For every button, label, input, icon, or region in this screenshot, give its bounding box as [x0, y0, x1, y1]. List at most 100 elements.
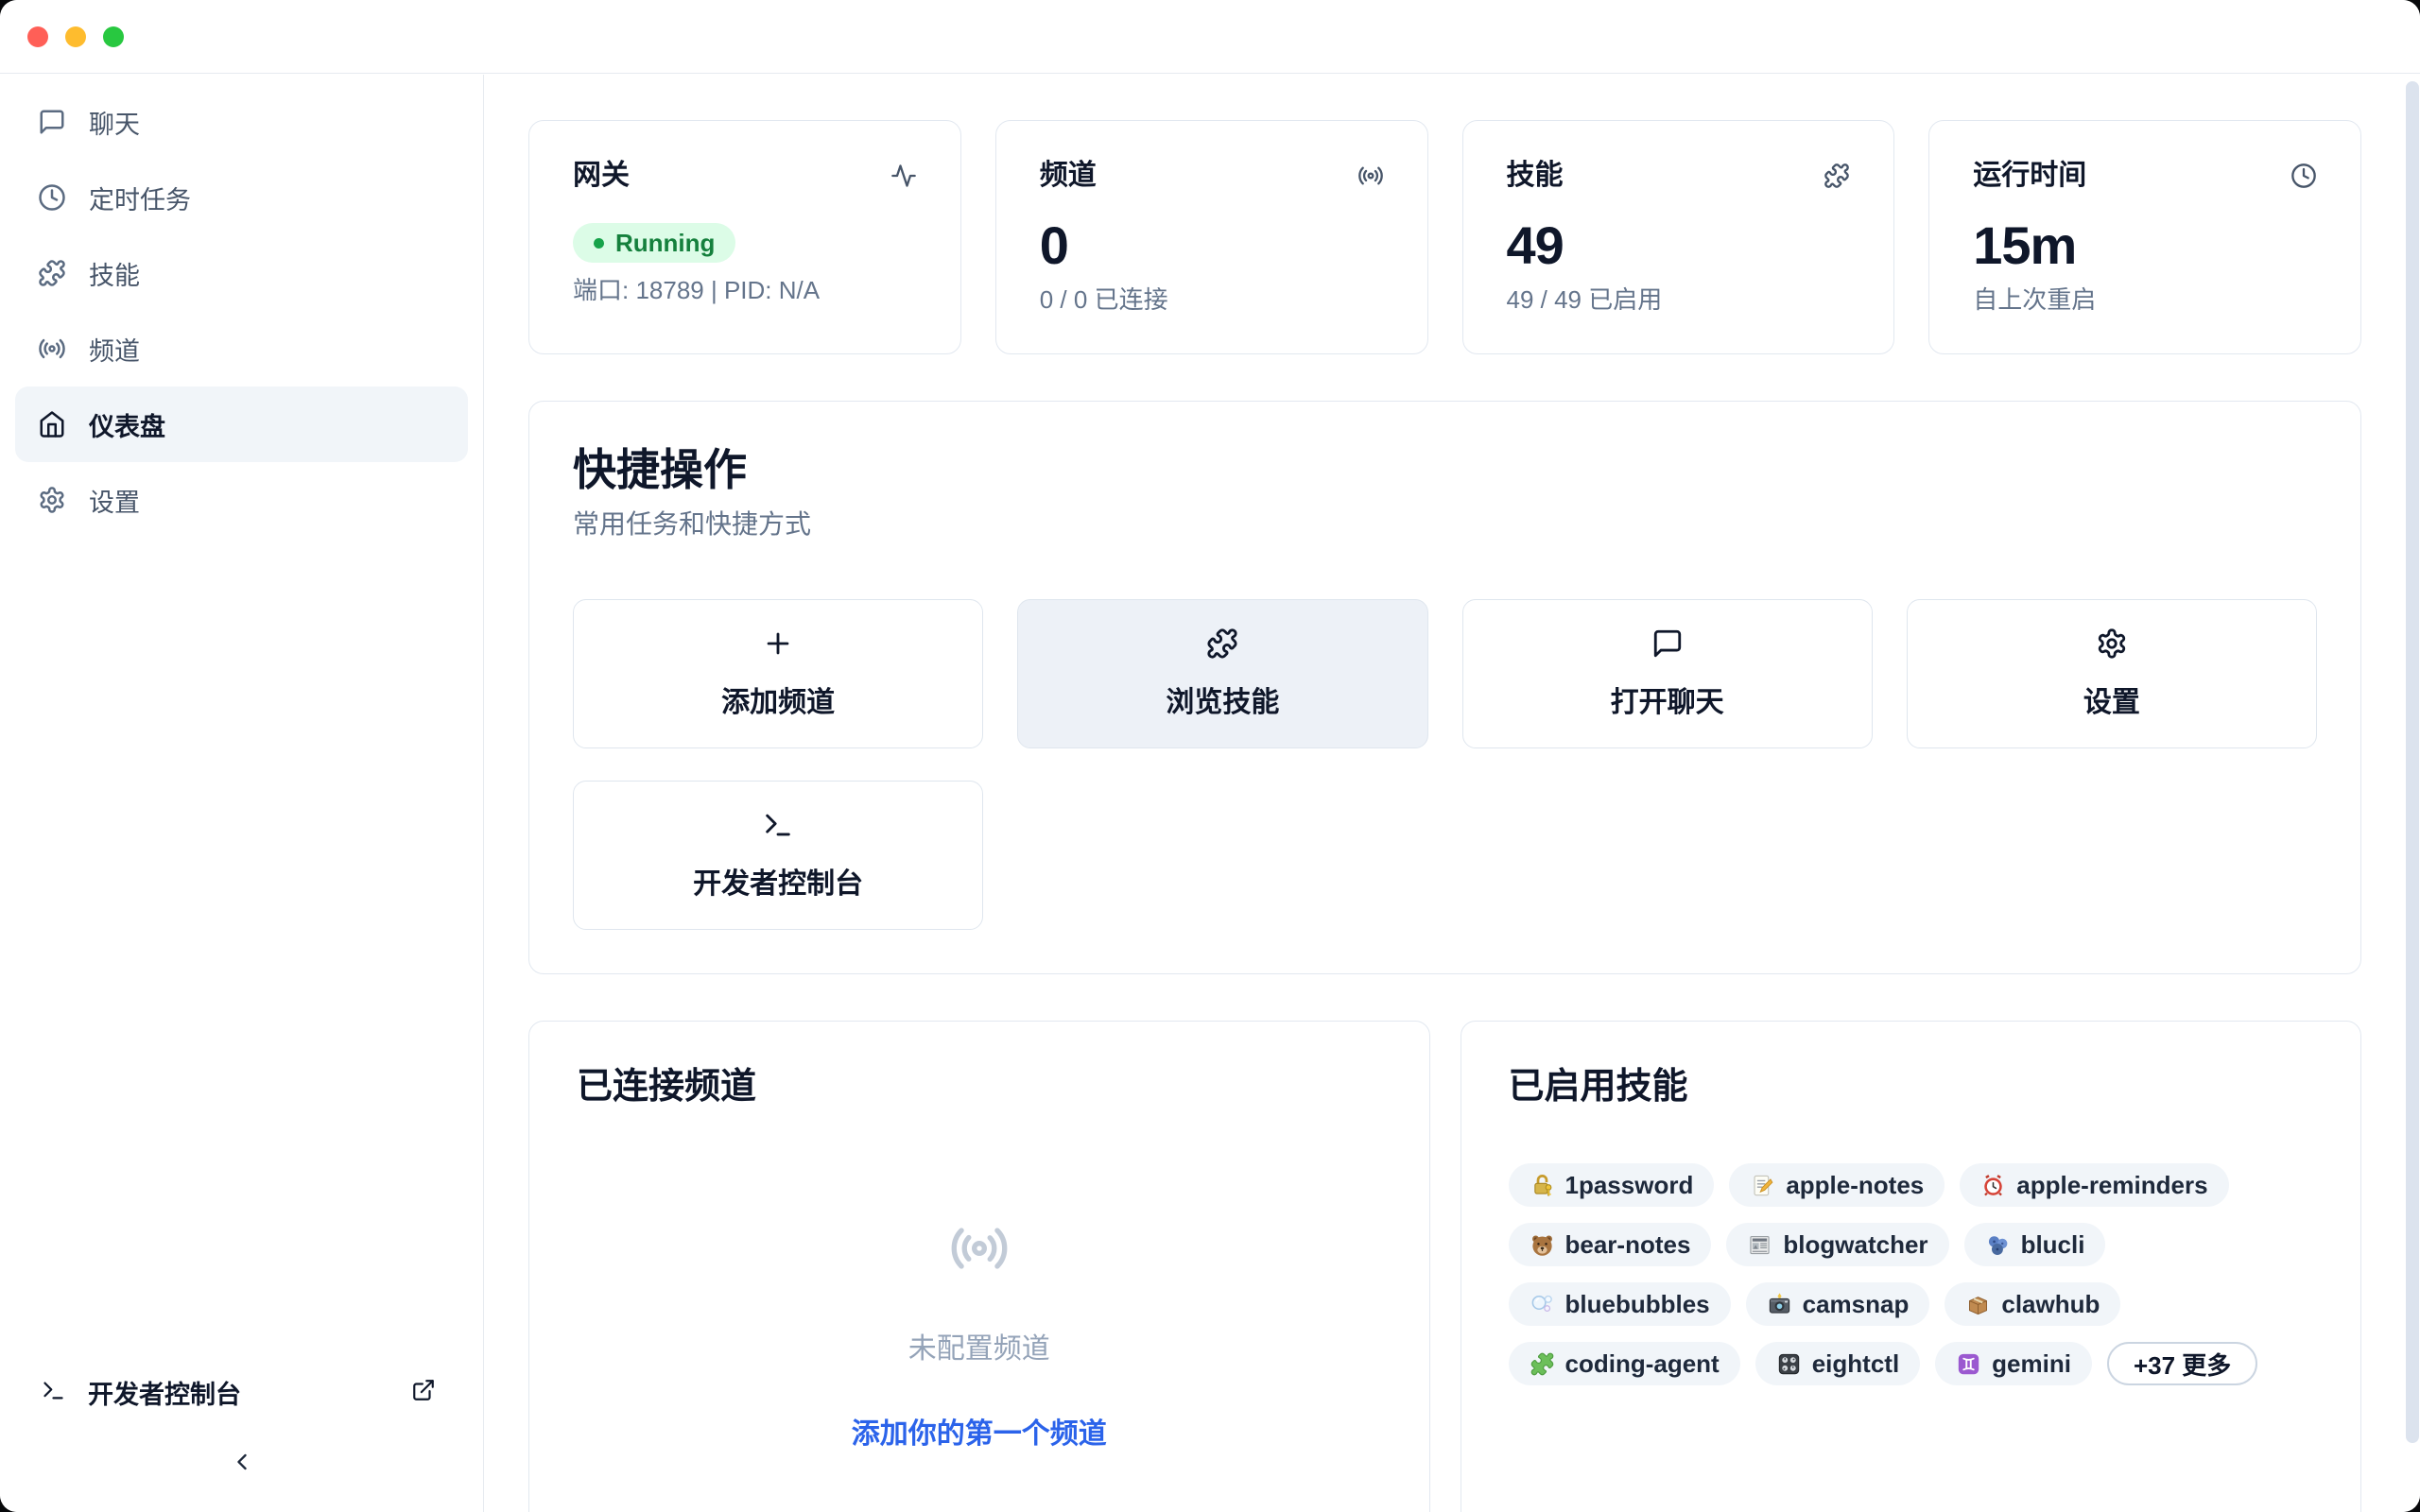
- main-content: 网关Running端口: 18789 | PID: N/A频道00 / 0 已连…: [484, 75, 2420, 1512]
- stat-subtitle: 49 / 49 已启用: [1507, 284, 1851, 315]
- control-knobs-emoji-icon: [1776, 1351, 1802, 1377]
- gemini-emoji-icon: [1956, 1351, 1981, 1377]
- status-badge: Running: [573, 223, 735, 263]
- terminal-icon: [41, 1378, 66, 1408]
- activity-icon: [890, 163, 917, 189]
- status-dot: [594, 238, 604, 249]
- clock-icon: [38, 183, 66, 212]
- quick-action-settings[interactable]: 设置: [1907, 599, 2317, 748]
- app-window: 聊天定时任务技能频道仪表盘设置 开发者控制台 网关Running端口: 1878…: [0, 0, 2420, 1512]
- blueberries-emoji-icon: [1985, 1232, 2011, 1258]
- sidebar-item-label: 定时任务: [89, 180, 191, 216]
- quick-action-label: 添加频道: [721, 679, 835, 720]
- quick-action-browse-skills[interactable]: 浏览技能: [1017, 599, 1427, 748]
- status-badge-label: Running: [615, 229, 715, 258]
- add-first-channel-link[interactable]: 添加你的第一个频道: [852, 1410, 1107, 1452]
- quick-actions-subtitle: 常用任务和快捷方式: [573, 508, 2317, 541]
- sidebar-item-label: 仪表盘: [89, 406, 165, 443]
- titlebar: [0, 0, 2420, 74]
- skill-chip-apple-reminders: apple-reminders: [1960, 1163, 2228, 1207]
- sidebar-item-scheduled-tasks[interactable]: 定时任务: [15, 160, 468, 235]
- sidebar-nav: 聊天定时任务技能频道仪表盘设置: [0, 75, 483, 1357]
- sidebar: 聊天定时任务技能频道仪表盘设置 开发者控制台: [0, 75, 484, 1512]
- sidebar-item-settings[interactable]: 设置: [15, 462, 468, 538]
- lock-emoji-icon: [1530, 1173, 1555, 1198]
- channels-empty-text: 未配置频道: [908, 1325, 1050, 1366]
- skill-chip-camsnap: camsnap: [1746, 1282, 1930, 1326]
- skill-chip-bluebubbles: bluebubbles: [1509, 1282, 1731, 1326]
- quick-actions-card: 快捷操作 常用任务和快捷方式 添加频道浏览技能打开聊天设置开发者控制台: [528, 401, 2361, 974]
- quick-action-label: 打开聊天: [1611, 679, 1724, 720]
- radio-icon: [38, 335, 66, 363]
- skills-more-chip[interactable]: +37 更多: [2107, 1342, 2257, 1385]
- enabled-skills-card: 已启用技能 1password apple-notes apple-reminder…: [1461, 1021, 2362, 1512]
- chevron-left-icon: [229, 1449, 255, 1480]
- sidebar-item-channels[interactable]: 频道: [15, 311, 468, 387]
- dev-console-row[interactable]: 开发者控制台: [0, 1357, 483, 1428]
- traffic-light-zoom[interactable]: [103, 26, 124, 47]
- alarm-clock-emoji-icon: [1980, 1173, 2006, 1198]
- camera-flash-emoji-icon: [1767, 1292, 1792, 1317]
- channels-empty-state: 未配置频道 添加你的第一个频道: [577, 1218, 1382, 1452]
- gear-icon: [38, 486, 66, 514]
- scrollbar-thumb[interactable]: [2406, 81, 2419, 1443]
- quick-action-dev-console[interactable]: 开发者控制台: [573, 781, 983, 930]
- quick-action-label: 浏览技能: [1166, 679, 1279, 720]
- chat-icon: [38, 108, 66, 136]
- sidebar-item-label: 技能: [89, 255, 140, 292]
- puzzle-icon: [1824, 163, 1850, 189]
- package-emoji-icon: [1965, 1292, 1991, 1317]
- skill-chip-blucli: blucli: [1964, 1223, 2106, 1266]
- external-link-icon[interactable]: [411, 1378, 436, 1407]
- quick-action-label: 设置: [2083, 679, 2140, 720]
- stat-value: 49: [1507, 219, 1851, 272]
- connected-channels-card: 已连接频道 未配置频道 添加你的第一个频道: [528, 1021, 1430, 1512]
- radio-icon: [949, 1218, 1010, 1283]
- puzzle-icon: [38, 259, 66, 287]
- dev-console-label: 开发者控制台: [88, 1374, 411, 1411]
- skill-chip-label: eightctl: [1812, 1349, 1899, 1379]
- skill-chip-clawhub: clawhub: [1945, 1282, 2120, 1326]
- stat-subtitle: 0 / 0 已连接: [1040, 284, 1384, 315]
- sidebar-item-skills[interactable]: 技能: [15, 235, 468, 311]
- sidebar-item-dashboard[interactable]: 仪表盘: [15, 387, 468, 462]
- sidebar-collapse-button[interactable]: [0, 1428, 483, 1512]
- traffic-light-close[interactable]: [27, 26, 48, 47]
- enabled-skills-title: 已启用技能: [1509, 1065, 2314, 1108]
- skill-chip-label: camsnap: [1803, 1290, 1910, 1319]
- stat-value: 0: [1040, 219, 1384, 272]
- bubbles-emoji-icon: [1530, 1292, 1555, 1317]
- stat-value: 15m: [1973, 219, 2317, 272]
- stat-card-skills: 技能4949 / 49 已启用: [1462, 120, 1895, 354]
- stat-card-channels: 频道 0 0 / 0 已连接: [995, 120, 1428, 354]
- skill-chip-label: apple-notes: [1786, 1171, 1924, 1200]
- quick-action-open-chat[interactable]: 打开聊天: [1462, 599, 1873, 748]
- skill-chip-label: bluebubbles: [1565, 1290, 1710, 1319]
- puzzle-piece-emoji-icon: [1530, 1351, 1555, 1377]
- gear-icon: [2096, 627, 2128, 660]
- home-icon: [38, 410, 66, 438]
- radio-icon: [1357, 163, 1384, 189]
- quick-actions-grid: 添加频道 浏览技能 打开聊天 设置开发者控制台: [573, 599, 2317, 930]
- skill-chip-blogwatcher: blogwatcher: [1726, 1223, 1948, 1266]
- stat-title: 网关: [573, 159, 630, 193]
- memo-emoji-icon: [1750, 1173, 1775, 1198]
- skill-chip-label: gemini: [1992, 1349, 2071, 1379]
- skill-chip-coding-agent: coding-agent: [1509, 1342, 1740, 1385]
- sidebar-item-label: 设置: [89, 482, 140, 519]
- skill-chip-label: coding-agent: [1565, 1349, 1720, 1379]
- stat-title: 频道: [1040, 159, 1097, 193]
- skill-chip-label: clawhub: [2001, 1290, 2100, 1319]
- quick-action-add-channel[interactable]: 添加频道: [573, 599, 983, 748]
- bottom-grid: 已连接频道 未配置频道 添加你的第一个频道 已启用技能 1password app…: [528, 1021, 2361, 1512]
- stats-row: 网关Running端口: 18789 | PID: N/A频道00 / 0 已连…: [528, 120, 2361, 354]
- sidebar-item-chat[interactable]: 聊天: [15, 84, 468, 160]
- radio-icon: [949, 1218, 1010, 1279]
- stat-card-gateway: 网关Running端口: 18789 | PID: N/A: [528, 120, 961, 354]
- terminal-icon: [762, 809, 794, 841]
- skills-chip-list: 1passwordapple-notesapple-remindersbear-…: [1509, 1163, 2314, 1385]
- traffic-light-minimize[interactable]: [65, 26, 86, 47]
- bear-emoji-icon: [1530, 1232, 1555, 1258]
- traffic-lights: [27, 26, 124, 47]
- skill-chip-1password: 1password: [1509, 1163, 1715, 1207]
